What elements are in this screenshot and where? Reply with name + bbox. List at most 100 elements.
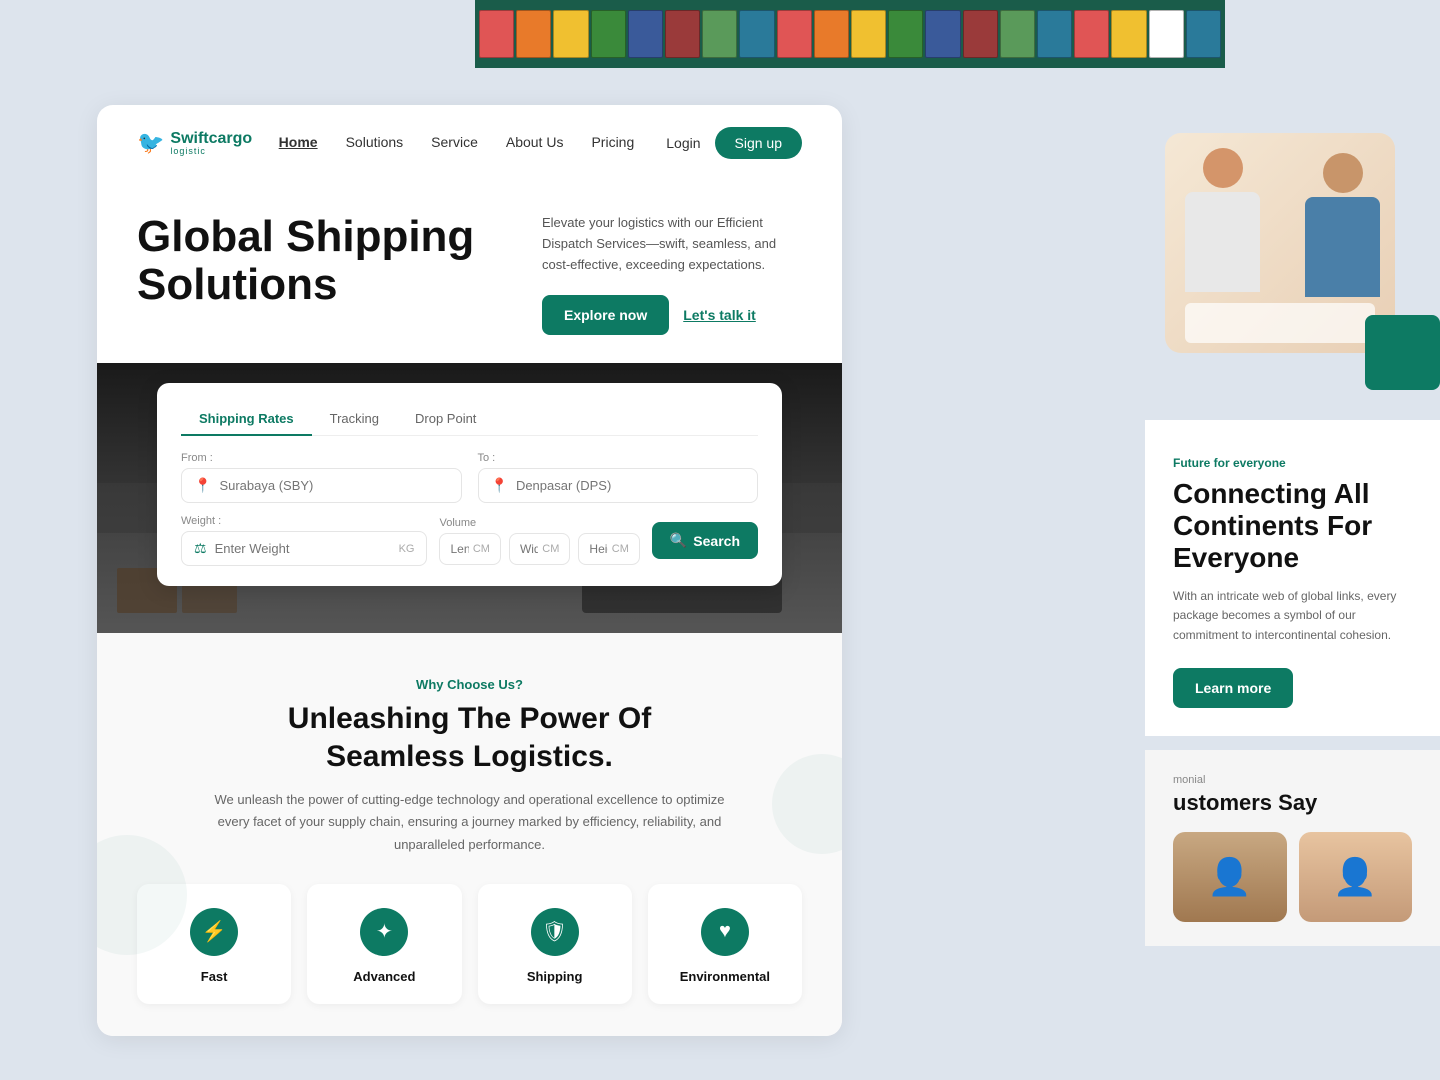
container-block [1074,10,1109,58]
search-button[interactable]: 🔍 Search [652,522,758,559]
container-block [925,10,960,58]
to-input[interactable] [516,478,745,493]
connect-title-line1: Connecting All [1173,478,1370,509]
explore-now-button[interactable]: Explore now [542,295,669,335]
why-title-line1: Unleashing The Power Of [288,702,651,735]
container-block [628,10,663,58]
hero-left: Global Shipping Solutions [137,213,522,335]
tab-shipping-rates[interactable]: Shipping Rates [181,403,312,436]
nav-item-service[interactable]: Service [431,134,478,152]
search-icon: 🔍 [670,532,687,549]
nav-item-solutions[interactable]: Solutions [346,134,404,152]
calculator-form: Shipping Rates Tracking Drop Point From … [157,383,782,586]
hero-title-line2: Solutions [137,260,337,309]
tab-drop-point[interactable]: Drop Point [397,403,494,436]
teal-accent-block [1365,315,1440,390]
width-field: CM [509,533,570,565]
warehouse-section: Shipping Rates Tracking Drop Point From … [97,363,842,633]
testimonial-avatars: 👤 👤 [1173,832,1412,922]
signup-button[interactable]: Sign up [715,127,802,159]
shipping-icon-circle: 🛡 [531,908,579,956]
nav-link-home[interactable]: Home [279,134,318,150]
brand-sub: logistic [170,147,252,156]
why-section: Why Choose Us? Unleashing The Power Of S… [97,633,842,1035]
container-block [777,10,812,58]
feature-card-advanced: ✦ Advanced [307,884,461,1004]
container-block [1037,10,1072,58]
logo-bird-icon: 🐦 [137,130,164,156]
from-input-wrap: 📍 [181,468,462,503]
testimonial-section: monial ustomers Say 👤 👤 [1145,750,1440,946]
height-input[interactable] [589,542,607,556]
container-block [591,10,626,58]
hero-title: Global Shipping Solutions [137,213,522,310]
nav-link-pricing[interactable]: Pricing [591,134,634,150]
weight-field-wrap: ⚖ KG [181,531,427,566]
container-block [1000,10,1035,58]
container-block [1186,10,1221,58]
container-block [851,10,886,58]
nav-auth: Login Sign up [666,127,802,159]
navbar: 🐦 Swiftcargo logistic Home Solutions Ser… [97,105,842,181]
package-box [1185,303,1375,343]
fast-icon-circle: ⚡ [190,908,238,956]
to-pin-icon: 📍 [491,477,508,494]
advanced-icon: ✦ [376,919,393,944]
volume-fields: CM CM CM [439,533,639,565]
hero-section: Global Shipping Solutions Elevate your l… [97,181,842,363]
feature-cards: ⚡ Fast ✦ Advanced 🛡 Shipping ♥ E [137,884,802,1004]
ship-top-image [475,0,1225,68]
lets-talk-button[interactable]: Let's talk it [683,307,756,323]
width-input[interactable] [520,542,538,556]
collage-main-image [1165,133,1395,353]
nav-links: Home Solutions Service About Us Pricing [279,134,635,152]
from-pin-icon: 📍 [194,477,211,494]
why-description: We unleash the power of cutting-edge tec… [210,789,730,855]
container-block [814,10,849,58]
from-to-row: From : 📍 To : 📍 [181,452,758,503]
container-block [963,10,998,58]
connect-title: Connecting All Continents For Everyone [1173,478,1412,575]
avatar-female-image: 👤 [1299,832,1413,922]
volume-label: Volume [439,517,639,529]
tab-tracking[interactable]: Tracking [312,403,397,436]
to-field: To : 📍 [478,452,759,503]
nav-link-service[interactable]: Service [431,134,478,150]
connect-description: With an intricate web of global links, e… [1173,587,1412,646]
weight-icon: ⚖ [194,540,207,557]
image-collage-container [1145,105,1440,390]
logo-text: Swiftcargo logistic [170,131,252,156]
connect-title-line3: Everyone [1173,542,1299,573]
container-block [516,10,551,58]
connect-label: Future for everyone [1173,456,1412,470]
container-block [1111,10,1146,58]
weight-group: Weight : ⚖ KG [181,515,427,566]
from-input[interactable] [219,478,448,493]
nav-link-solutions[interactable]: Solutions [346,134,404,150]
weight-volume-row: Weight : ⚖ KG Volume CM [181,515,758,566]
why-title: Unleashing The Power Of Seamless Logisti… [137,700,802,775]
weight-input[interactable] [215,541,391,556]
nav-item-pricing[interactable]: Pricing [591,134,634,152]
advanced-icon-circle: ✦ [360,908,408,956]
environmental-icon: ♥ [719,920,731,943]
weight-unit: KG [399,543,415,555]
hero-description: Elevate your logistics with our Efficien… [542,213,802,275]
nav-item-home[interactable]: Home [279,134,318,152]
feature-name-environmental: Environmental [680,969,770,984]
hero-title-line1: Global Shipping [137,212,474,261]
logo: 🐦 Swiftcargo logistic [137,130,252,156]
main-content-card: 🐦 Swiftcargo logistic Home Solutions Ser… [97,105,842,1036]
hero-right: Elevate your logistics with our Efficien… [522,213,802,335]
feature-name-advanced: Advanced [353,969,415,984]
feature-name-fast: Fast [201,969,228,984]
nav-item-about[interactable]: About Us [506,134,564,152]
feature-name-shipping: Shipping [527,969,583,984]
login-button[interactable]: Login [666,135,700,151]
brand-name: Swiftcargo [170,131,252,147]
nav-link-about[interactable]: About Us [506,134,564,150]
learn-more-button[interactable]: Learn more [1173,668,1293,708]
search-button-label: Search [693,533,740,549]
length-input[interactable] [450,542,468,556]
avatar-male-image: 👤 [1173,832,1287,922]
